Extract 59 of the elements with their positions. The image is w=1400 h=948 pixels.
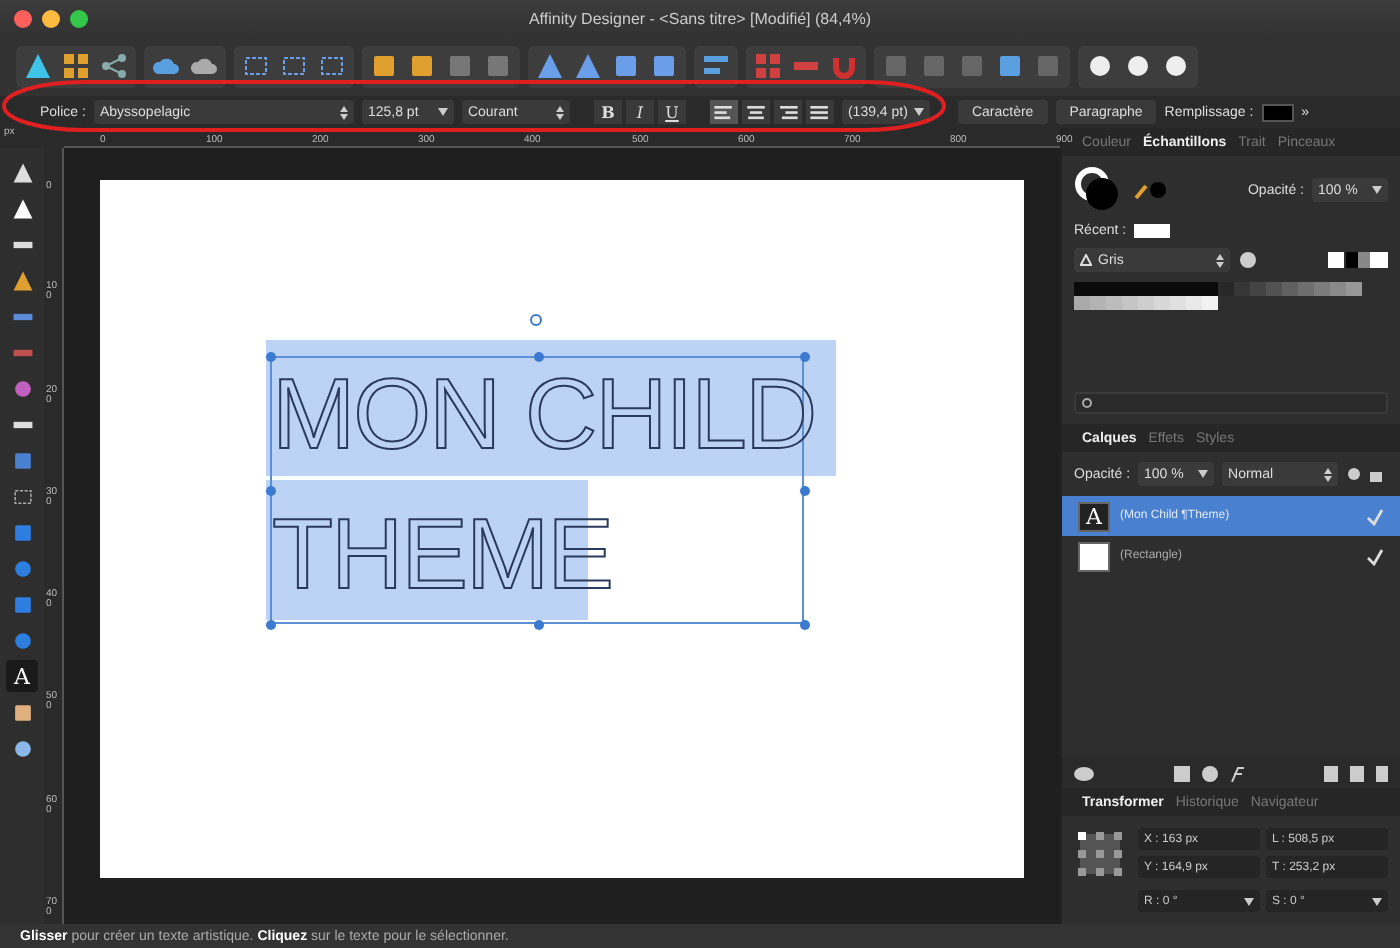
align-icon [745, 105, 766, 119]
selection-handle[interactable] [266, 486, 276, 496]
rounded-rectangle-icon [11, 593, 33, 615]
grid-icon[interactable] [754, 52, 782, 80]
align-icon [713, 105, 734, 119]
artistic-text[interactable]: THEME [272, 504, 612, 604]
warning-triangle-icon [1080, 254, 1092, 266]
rotation-handle[interactable] [530, 314, 542, 326]
check-icon[interactable] [1366, 507, 1384, 525]
stepper-icon [339, 105, 348, 119]
dropdown-caret-icon [1372, 186, 1382, 194]
dropdown-caret-icon [1372, 897, 1382, 905]
window-title: Affinity Designer - <Sans titre> [Modifié] (84,4%) [528, 9, 872, 27]
fx-icon[interactable] [1229, 765, 1245, 781]
anchor-grid-icon[interactable] [1074, 828, 1126, 880]
dropdown-caret-icon [437, 108, 448, 116]
maximize-button[interactable] [70, 10, 88, 28]
frame-icon[interactable] [318, 52, 346, 80]
grid-icon[interactable] [62, 52, 90, 80]
format-button[interactable]: B [593, 100, 622, 124]
recent-swatch-icon[interactable] [1134, 224, 1171, 238]
align-icon [809, 105, 830, 119]
selection-handle[interactable] [533, 620, 543, 630]
stepper-icon [1324, 467, 1333, 481]
dropdown-caret-icon [1198, 470, 1209, 478]
search-field[interactable] [1074, 392, 1388, 414]
selection-handle[interactable] [800, 620, 810, 630]
frame-icon[interactable] [280, 52, 308, 80]
align-button[interactable] [805, 100, 834, 124]
rectangle-icon [11, 521, 33, 543]
stepper-icon [555, 105, 564, 119]
dropdown-caret-icon [1244, 897, 1254, 905]
text-tool-button[interactable]: A [6, 660, 38, 692]
selection-handle[interactable] [266, 352, 276, 362]
selection-handle[interactable] [266, 620, 276, 630]
align-icon[interactable] [702, 52, 730, 80]
eyedropper-icon[interactable] [1134, 180, 1166, 200]
swatch-icon[interactable] [1328, 252, 1388, 268]
stepper-icon [1216, 253, 1224, 267]
align-icon [777, 105, 798, 119]
layer-thumbnail [1078, 541, 1110, 571]
ellipse-icon [11, 557, 33, 579]
layer-thumbnail: A [1078, 501, 1110, 531]
fill-swatch[interactable] [1261, 103, 1294, 121]
format-button[interactable]: I [625, 100, 654, 124]
close-button[interactable] [14, 10, 32, 28]
logo-icon[interactable] [24, 52, 52, 80]
selection-handle[interactable] [800, 486, 810, 496]
check-icon[interactable] [1366, 547, 1384, 565]
format-button[interactable]: U [657, 100, 686, 124]
minimize-button[interactable] [42, 10, 60, 28]
align-button[interactable] [773, 100, 802, 124]
dropdown-caret-icon [913, 108, 924, 116]
crop-icon [11, 485, 33, 507]
frame-icon[interactable] [242, 52, 270, 80]
search-icon [1082, 397, 1094, 409]
align-button[interactable] [741, 100, 770, 124]
share-icon[interactable] [100, 52, 128, 80]
align-button[interactable] [709, 100, 738, 124]
